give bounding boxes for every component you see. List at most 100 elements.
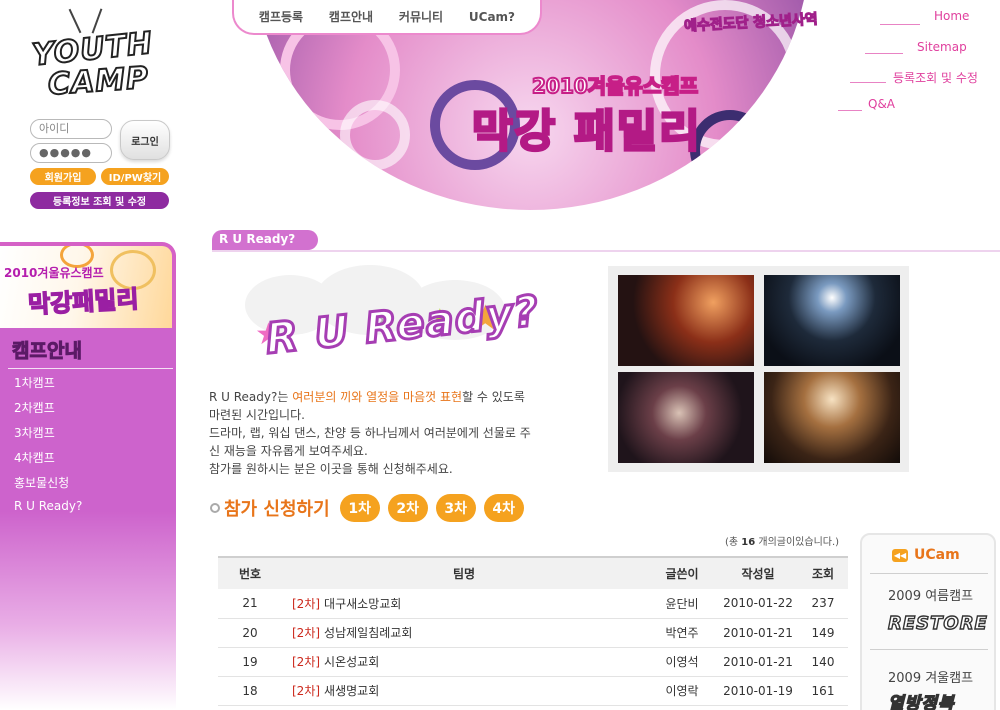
count-note-text: 개의글이있습니다.) — [755, 537, 840, 548]
intro-paragraph-3: 참가를 원하시는 분은 이곳을 통해 신청해주세요. — [209, 462, 453, 476]
side-nav-item-ru-ready[interactable]: R U Ready? — [14, 499, 82, 513]
top-nav-camp-register[interactable]: 캠프등록 — [259, 8, 303, 25]
login-button[interactable]: 로그인 — [120, 120, 170, 160]
post-count: 16 — [741, 537, 756, 548]
post-count-note: (총 16 개의글이있습니다.) — [725, 533, 839, 548]
home-link[interactable]: Home — [934, 9, 969, 23]
team-name[interactable]: 대구새소망교회 — [324, 597, 401, 611]
post-date: 2010-01-22 — [718, 589, 798, 619]
post-writer: 이영석 — [646, 647, 718, 677]
column-header-views: 조회 — [798, 556, 848, 589]
registration-lookup-button[interactable]: 등록정보 조회 및 수정 — [30, 192, 169, 209]
table-row[interactable]: 19 [2차] 시온성교회 이영석 2010-01-21 140 — [218, 647, 848, 677]
util-link-line — [865, 53, 903, 54]
post-number: 20 — [218, 618, 282, 648]
performance-photo[interactable] — [764, 372, 900, 463]
swirl-decoration — [690, 110, 770, 190]
ucam-divider — [870, 649, 988, 650]
util-link-line — [880, 24, 920, 25]
side-nav-divider — [8, 368, 173, 369]
column-header-number: 번호 — [218, 556, 282, 589]
qna-link[interactable]: Q&A — [868, 97, 895, 111]
team-name[interactable]: 성남제일침례교회 — [324, 626, 412, 640]
hero-title: 막강 패밀리 — [471, 105, 702, 159]
round-tag: [2차] — [292, 684, 321, 698]
ucam-title-text: UCam — [914, 547, 960, 563]
side-banner-title: 막강패밀리 — [27, 284, 140, 319]
table-row[interactable]: 18 [2차] 새생명교회 이영락 2010-01-19 161 — [218, 676, 848, 706]
section-tab: R U Ready? — [212, 230, 318, 250]
intro-text-part: R U Ready?는 — [209, 390, 293, 404]
apply-round-1-button[interactable]: 1차 — [339, 494, 380, 522]
post-title-cell[interactable]: [2차] 시온성교회 — [282, 647, 646, 677]
post-number: 21 — [218, 589, 282, 619]
post-views: 140 — [798, 647, 848, 677]
top-nav-ucam[interactable]: UCam? — [469, 10, 515, 24]
user-id-input[interactable]: 아이디 — [30, 119, 112, 139]
team-name[interactable]: 새생명교회 — [324, 684, 379, 698]
side-nav-item-camp1[interactable]: 1차캠프 — [14, 374, 55, 391]
rewind-icon: ◀◀ — [892, 548, 908, 562]
performance-photo[interactable] — [618, 372, 754, 463]
logo-word-camp: CAMP — [46, 60, 151, 104]
ucam-box: ◀◀ UCam 2009 여름캠프 RESTORE 2009 겨울캠프 열방정복 — [860, 533, 996, 710]
post-title-cell[interactable]: [2차] 성남제일침례교회 — [282, 618, 646, 648]
post-writer: 이영락 — [646, 676, 718, 706]
side-nav-item-camp3[interactable]: 3차캠프 — [14, 424, 55, 441]
password-input[interactable]: ●●●●● — [30, 143, 112, 163]
ucam-title[interactable]: ◀◀ UCam — [892, 547, 960, 563]
post-date: 2010-01-19 — [718, 676, 798, 706]
registration-lookup-link[interactable]: 등록조회 및 수정 — [893, 69, 978, 86]
intro-paragraph-2: 드라마, 랩, 워십 댄스, 찬양 등 하나님께서 여러분에게 선물로 주신 재… — [209, 426, 531, 458]
post-date: 2010-01-21 — [718, 647, 798, 677]
post-writer: 박연주 — [646, 618, 718, 648]
sitemap-link[interactable]: Sitemap — [917, 40, 967, 54]
intro-highlight: 여러분의 끼와 열정을 마음껏 표현 — [292, 390, 463, 404]
table-row[interactable]: 21 [2차] 대구새소망교회 윤단비 2010-01-22 237 — [218, 589, 848, 619]
side-camp-banner[interactable]: 2010겨울유스캠프 막강패밀리 — [0, 242, 176, 328]
side-nav: 캠프안내 1차캠프 2차캠프 3차캠프 4차캠프 홍보물신청 R U Ready… — [0, 328, 176, 710]
util-link-line — [850, 82, 886, 83]
post-date: 2010-01-21 — [718, 618, 798, 648]
ucam-divider — [870, 573, 988, 574]
apply-section: 참가 신청하기 1차 2차 3차 4차 — [210, 493, 532, 523]
table-row[interactable]: 20 [2차] 성남제일침례교회 박연주 2010-01-21 149 — [218, 618, 848, 648]
top-nav-community[interactable]: 커뮤니티 — [399, 8, 443, 25]
find-id-pw-button[interactable]: ID/PW찾기 — [101, 168, 169, 185]
count-note-text: (총 — [725, 537, 742, 548]
table-header-row: 번호 팀명 글쓴이 작성일 조회 — [218, 556, 848, 589]
ucam-entry-label[interactable]: 2009 겨울캠프 — [888, 667, 973, 686]
photo-gallery — [608, 266, 909, 472]
post-title-cell[interactable]: [2차] 대구새소망교회 — [282, 589, 646, 619]
round-tag: [2차] — [292, 596, 321, 611]
top-nav-camp-info[interactable]: 캠프안내 — [329, 8, 373, 25]
restore-logo[interactable]: RESTORE — [887, 612, 988, 634]
ucam-entry-label[interactable]: 2009 여름캠프 — [888, 585, 973, 604]
post-title-cell[interactable]: [2차] 새생명교회 — [282, 676, 646, 706]
performance-photo[interactable] — [764, 275, 900, 366]
post-views: 161 — [798, 676, 848, 706]
side-nav-item-camp2[interactable]: 2차캠프 — [14, 399, 55, 416]
post-number: 18 — [218, 676, 282, 706]
apply-round-2-button[interactable]: 2차 — [387, 494, 428, 522]
apply-round-3-button[interactable]: 3차 — [435, 494, 476, 522]
round-tag: [2차] — [292, 626, 321, 640]
swirl-decoration — [340, 100, 410, 170]
side-nav-item-camp4[interactable]: 4차캠프 — [14, 449, 55, 466]
column-header-writer: 글쓴이 — [646, 556, 718, 589]
ru-ready-logo: ★ ? ★ ★ R U Ready? — [205, 265, 545, 380]
apply-round-4-button[interactable]: 4차 — [483, 494, 524, 522]
team-name[interactable]: 시온성교회 — [324, 655, 379, 669]
post-views: 237 — [798, 589, 848, 619]
youth-camp-logo[interactable]: YOUTH CAMP — [22, 8, 172, 108]
apply-title: 참가 신청하기 — [224, 499, 330, 520]
performance-photo[interactable] — [618, 275, 754, 366]
top-nav: 캠프등록 캠프안내 커뮤니티 UCam? — [232, 0, 542, 35]
side-nav-item-promo-request[interactable]: 홍보물신청 — [14, 474, 69, 491]
radio-bullet-icon — [210, 503, 220, 513]
util-link-line — [838, 110, 862, 111]
intro-paragraph-1: R U Ready?는 여러분의 끼와 열정을 마음껏 표현할 수 있도록 마련… — [209, 388, 539, 424]
post-writer: 윤단비 — [646, 589, 718, 619]
join-button[interactable]: 회원가입 — [30, 168, 96, 185]
yeolbang-logo[interactable]: 열방정복 — [887, 689, 955, 710]
